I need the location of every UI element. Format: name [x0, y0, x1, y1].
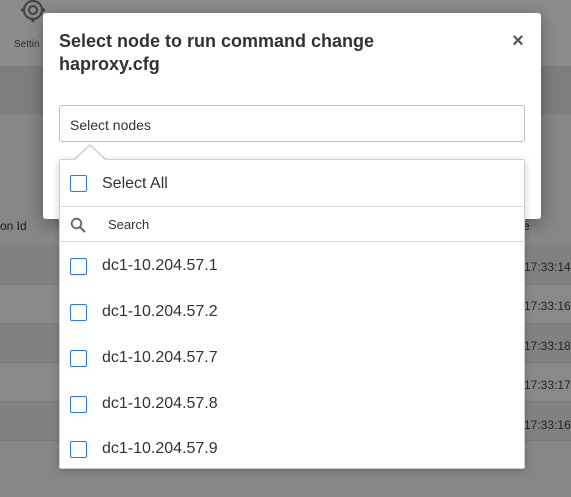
- dropdown-pointer-fill: [75, 146, 105, 160]
- node-select[interactable]: Select nodes: [59, 105, 525, 142]
- select-all-label: Select All: [102, 175, 168, 192]
- select-all-option[interactable]: Select All: [60, 160, 524, 207]
- node-select-placeholder: Select nodes: [70, 117, 151, 133]
- node-option-checkbox[interactable]: [70, 350, 87, 367]
- node-option-label: dc1-10.204.57.2: [102, 303, 218, 320]
- search-input[interactable]: [108, 213, 508, 235]
- node-option[interactable]: dc1-10.204.57.9: [60, 426, 524, 472]
- node-option[interactable]: dc1-10.204.57.8: [60, 381, 524, 427]
- node-option-label: dc1-10.204.57.1: [102, 257, 218, 274]
- node-option[interactable]: dc1-10.204.57.2: [60, 289, 524, 335]
- node-option-label: dc1-10.204.57.7: [102, 349, 218, 366]
- node-option-checkbox[interactable]: [70, 304, 87, 321]
- node-option-checkbox[interactable]: [70, 258, 87, 275]
- dropdown-search: [60, 207, 524, 242]
- node-option-checkbox[interactable]: [70, 441, 87, 458]
- node-option-checkbox[interactable]: [70, 396, 87, 413]
- modal-title: Select node to run command change haprox…: [59, 31, 375, 74]
- node-option-label: dc1-10.204.57.9: [102, 440, 218, 457]
- select-all-checkbox[interactable]: [70, 175, 87, 192]
- node-dropdown: Select All dc1-10.204.57.1 dc1-10.204.57…: [59, 159, 525, 469]
- node-option[interactable]: dc1-10.204.57.7: [60, 335, 524, 381]
- close-button[interactable]: ×: [509, 31, 527, 51]
- node-option-label: dc1-10.204.57.8: [102, 395, 218, 412]
- node-option[interactable]: dc1-10.204.57.1: [60, 243, 524, 289]
- search-icon: [70, 217, 86, 233]
